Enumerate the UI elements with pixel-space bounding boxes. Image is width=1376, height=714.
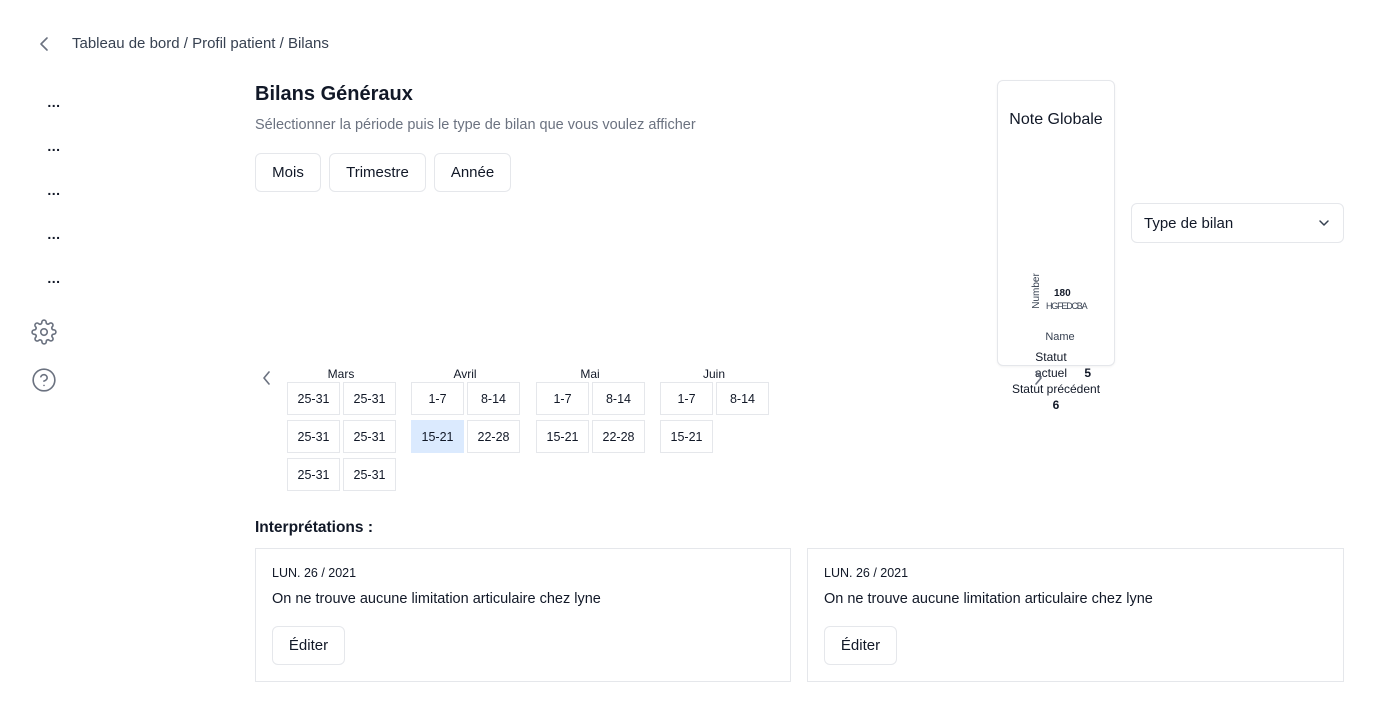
week-cell[interactable]: 15-21 xyxy=(660,420,713,453)
chevron-left-icon xyxy=(40,37,48,51)
page-subtitle: Sélectionner la période puis le type de … xyxy=(255,117,696,133)
calendar-prev-button[interactable] xyxy=(257,368,277,388)
note-card-title: Note Globale xyxy=(1009,111,1103,128)
sidebar-item-1[interactable]: ... xyxy=(46,95,62,109)
month-label-juin: Juin xyxy=(702,367,725,381)
back-button[interactable] xyxy=(32,32,56,56)
page-title: Bilans Généraux xyxy=(255,83,413,105)
week-cell[interactable]: 8-14 xyxy=(716,382,769,415)
sidebar-item-3[interactable]: ... xyxy=(46,183,62,197)
week-cell[interactable]: 25-31 xyxy=(287,420,340,453)
edit-button[interactable]: Éditer xyxy=(272,626,345,665)
gear-icon[interactable] xyxy=(31,319,57,345)
help-circle-icon[interactable] xyxy=(31,367,57,393)
month-button[interactable]: Mois xyxy=(255,153,321,192)
month-label-avril: Avril xyxy=(453,367,477,381)
calendar-next-button[interactable] xyxy=(1028,368,1048,388)
chevron-down-icon xyxy=(1319,220,1329,226)
interpretations-title: Interprétations : xyxy=(255,519,373,536)
month-label-mars: Mars xyxy=(327,367,355,381)
week-cell[interactable]: 25-31 xyxy=(343,458,396,491)
week-cell[interactable]: 22-28 xyxy=(592,420,645,453)
sidebar-item-5[interactable]: ... xyxy=(46,271,62,285)
mini-chart: Number 180 HGFEDCBA xyxy=(1031,273,1088,311)
interpretation-date: LUN. 26 / 2021 xyxy=(824,566,909,580)
week-cell[interactable]: 1-7 xyxy=(536,382,589,415)
sidebar-item-2[interactable]: ... xyxy=(46,139,62,153)
week-cell[interactable]: 25-31 xyxy=(287,458,340,491)
week-cell[interactable]: 8-14 xyxy=(592,382,645,415)
chevron-right-icon xyxy=(1035,371,1042,385)
week-cell[interactable]: 1-7 xyxy=(411,382,464,415)
week-cell[interactable]: 15-21 xyxy=(536,420,589,453)
interpretation-card: LUN. 26 / 2021 On ne trouve aucune limit… xyxy=(807,548,1344,682)
current-status-value: 5 xyxy=(1084,366,1092,380)
previous-status-value: 6 xyxy=(1052,398,1060,412)
edit-button[interactable]: Éditer xyxy=(824,626,897,665)
week-cell[interactable]: 1-7 xyxy=(660,382,713,415)
mini-chart-axis-label: Number xyxy=(1031,273,1042,309)
week-cell[interactable]: 25-31 xyxy=(343,382,396,415)
interpretation-card: LUN. 26 / 2021 On ne trouve aucune limit… xyxy=(255,548,791,682)
mini-chart-overlap-labels: HGFEDCBA xyxy=(1046,301,1088,311)
type-bilan-select-value: Type de bilan xyxy=(1144,214,1234,232)
interpretation-date: LUN. 26 / 2021 xyxy=(272,566,357,580)
week-cell[interactable]: 8-14 xyxy=(467,382,520,415)
month-label-mai: Mai xyxy=(580,367,600,381)
interpretation-text: On ne trouve aucune limitation articulai… xyxy=(272,591,601,607)
sidebar-item-4[interactable]: ... xyxy=(46,227,62,241)
breadcrumb: Tableau de bord / Profil patient / Bilan… xyxy=(72,35,329,52)
week-cell[interactable]: 25-31 xyxy=(287,382,340,415)
current-status: Statut actuel 5 xyxy=(998,349,1114,381)
interpretation-text: On ne trouve aucune limitation articulai… xyxy=(824,591,1153,607)
chevron-left-icon xyxy=(263,371,270,385)
mini-chart-tick-value: 180 xyxy=(1054,288,1071,299)
type-bilan-select[interactable]: Type de bilan xyxy=(1131,203,1344,243)
week-cell[interactable]: 22-28 xyxy=(467,420,520,453)
week-cell[interactable]: 25-31 xyxy=(343,420,396,453)
previous-status-label: Statut précédent xyxy=(1011,382,1101,396)
previous-status: Statut précédent 6 xyxy=(998,381,1114,413)
week-cell-selected[interactable]: 15-21 xyxy=(411,420,464,453)
year-button[interactable]: Année xyxy=(434,153,511,192)
chart-legend-name: Name xyxy=(1045,331,1075,343)
quarter-button[interactable]: Trimestre xyxy=(329,153,426,192)
note-globale-card: Note Globale Number 180 HGFEDCBA Name St… xyxy=(997,80,1115,412)
